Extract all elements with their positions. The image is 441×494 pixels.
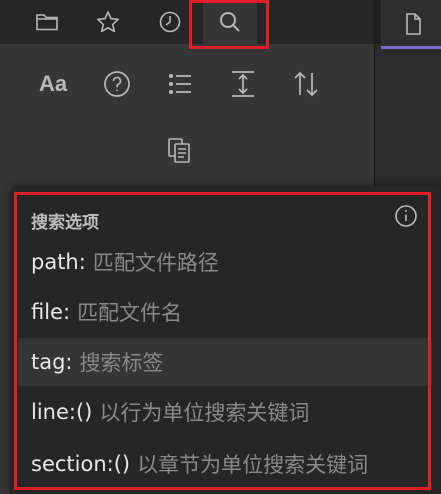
search-toolbar: Aa <box>0 60 374 163</box>
search-icon <box>220 12 240 32</box>
show-more-context-button[interactable] <box>221 60 265 108</box>
option-desc: 以行为单位搜索关键词 <box>99 401 310 425</box>
option-desc: 匹配文件名 <box>77 301 183 325</box>
search-options-popup: 搜索选项 path: 匹配文件路径 file: 匹配文件名 tag: 搜索标签 … <box>10 186 441 494</box>
info-icon[interactable] <box>394 204 418 228</box>
option-key: path: <box>31 250 86 274</box>
copy-results-button[interactable] <box>157 126 201 174</box>
option-desc: 搜索标签 <box>79 351 164 375</box>
sort-icon <box>294 71 318 97</box>
option-section[interactable]: section:() 以章节为单位搜索关键词 <box>18 440 432 488</box>
file-icon <box>406 13 421 35</box>
help-icon <box>104 71 130 97</box>
option-line[interactable]: line:() 以行为单位搜索关键词 <box>18 388 432 436</box>
option-tag[interactable]: tag: 搜索标签 <box>18 338 432 386</box>
copy-results-icon <box>168 138 190 163</box>
option-desc: 以章节为单位搜索关键词 <box>137 453 369 477</box>
option-key: tag: <box>31 350 73 374</box>
match-case-icon: Aa <box>38 71 68 96</box>
tab-recent[interactable] <box>143 0 197 44</box>
collapse-results-button[interactable] <box>158 60 202 108</box>
sidebar-tabbar <box>0 0 374 49</box>
popup-title: 搜索选项 <box>31 213 99 233</box>
sort-button[interactable] <box>284 60 328 108</box>
clock-icon <box>159 11 181 33</box>
star-icon <box>97 11 119 33</box>
editor-tabbar <box>375 0 441 49</box>
option-desc: 匹配文件路径 <box>92 251 219 275</box>
active-tab-underline <box>381 46 441 49</box>
list-icon <box>168 73 191 95</box>
option-key: file: <box>31 300 71 324</box>
tab-bookmarks[interactable] <box>81 0 135 44</box>
folder-icon <box>36 14 58 31</box>
tab-files[interactable] <box>20 0 74 44</box>
option-file[interactable]: file: 匹配文件名 <box>18 288 432 336</box>
expand-vertical-icon <box>232 71 254 97</box>
option-key: section:() <box>31 452 131 476</box>
app-window: Aa 搜索选项 path: 匹配文件路径 file: 匹配文件名 tag: 搜索… <box>0 0 441 494</box>
match-case-button[interactable]: Aa <box>31 60 75 108</box>
option-key: line:() <box>31 400 93 424</box>
tab-search[interactable] <box>203 0 257 44</box>
option-path[interactable]: path: 匹配文件路径 <box>18 238 432 286</box>
help-button[interactable] <box>95 60 139 108</box>
editor-tab[interactable] <box>381 0 441 48</box>
